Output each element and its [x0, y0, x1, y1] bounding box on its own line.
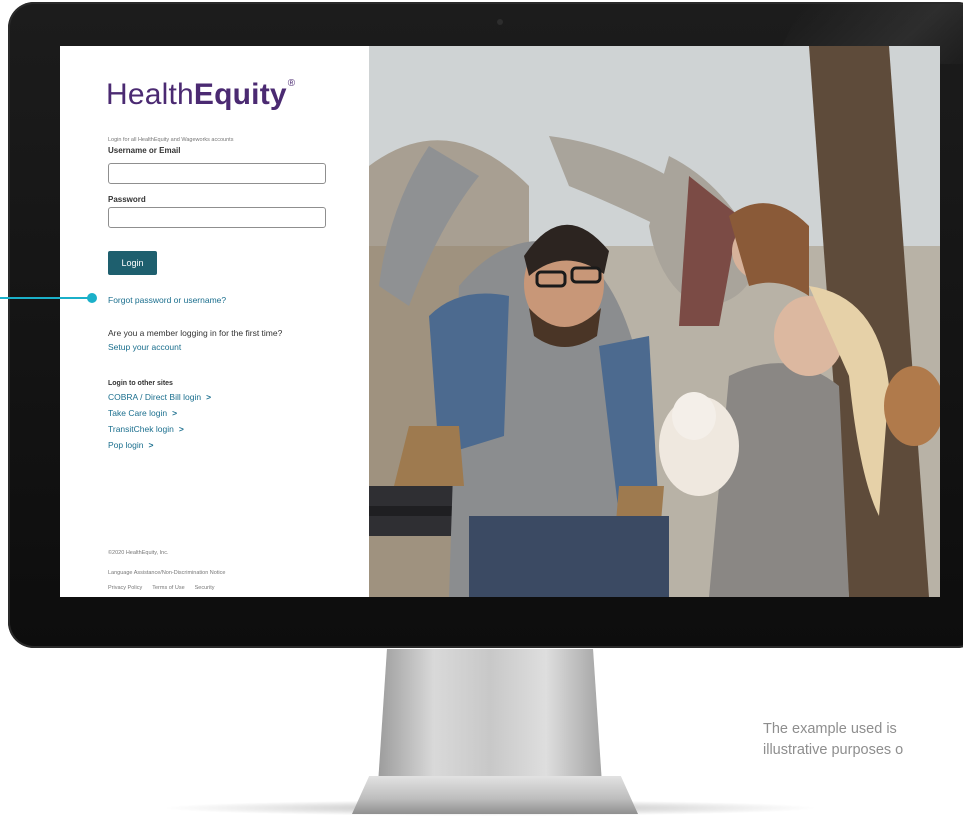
take-care-login-link[interactable]: Take Care login > — [108, 408, 177, 418]
username-label: Username or Email — [108, 146, 181, 155]
monitor-frame: HealthEquity® Login for all HealthEquity… — [8, 2, 963, 648]
disclaimer-line-1: The example used is — [763, 721, 897, 737]
monitor-stand-neck — [378, 649, 602, 784]
login-panel: HealthEquity® Login for all HealthEquity… — [60, 46, 369, 597]
family-photo-illustration — [369, 46, 940, 597]
other-sites-heading: Login to other sites — [108, 380, 173, 387]
transitchek-login-label: TransitChek login — [108, 424, 174, 434]
chevron-right-icon: > — [172, 408, 178, 418]
password-label: Password — [108, 195, 146, 204]
transitchek-login-link[interactable]: TransitChek login > — [108, 424, 184, 434]
first-time-text: Are you a member logging in for the firs… — [108, 328, 283, 338]
security-link[interactable]: Security — [195, 585, 215, 591]
pop-login-label: Pop login — [108, 440, 144, 450]
language-notice-link[interactable]: Language Assistance/Non-Discrimination N… — [108, 570, 225, 576]
username-input[interactable] — [108, 163, 326, 184]
monitor-screen: HealthEquity® Login for all HealthEquity… — [60, 46, 940, 597]
cobra-login-link[interactable]: COBRA / Direct Bill login > — [108, 392, 211, 402]
setup-account-link[interactable]: Setup your account — [108, 342, 181, 352]
copyright-text: ©2020 HealthEquity, Inc. — [108, 550, 169, 556]
disclaimer-line-2: illustrative purposes o — [763, 742, 904, 758]
disclaimer-text: The example used is illustrative purpose… — [763, 719, 903, 761]
family-hero-photo — [369, 46, 940, 597]
forgot-password-link[interactable]: Forgot password or username? — [108, 295, 226, 305]
healthequity-logo: HealthEquity® — [106, 78, 296, 111]
chevron-right-icon: > — [178, 424, 184, 434]
chevron-right-icon: > — [148, 440, 154, 450]
monitor-stand-base — [352, 776, 638, 814]
password-input[interactable] — [108, 207, 326, 228]
callout-pointer-icon — [87, 293, 97, 303]
chevron-right-icon: > — [206, 392, 212, 402]
login-note: Login for all HealthEquity and Wageworks… — [108, 137, 234, 143]
camera-icon — [497, 19, 503, 25]
callout-line — [0, 297, 93, 299]
cobra-login-label: COBRA / Direct Bill login — [108, 392, 202, 402]
take-care-login-label: Take Care login — [108, 408, 168, 418]
footer-line-1: Language Assistance/Non-Discrimination N… — [108, 570, 225, 576]
terms-of-use-link[interactable]: Terms of Use — [152, 585, 184, 591]
privacy-policy-link[interactable]: Privacy Policy — [108, 585, 142, 591]
footer-line-2: Privacy Policy Terms of Use Security — [108, 585, 215, 591]
login-button[interactable]: Login — [108, 251, 157, 275]
pop-login-link[interactable]: Pop login > — [108, 440, 153, 450]
